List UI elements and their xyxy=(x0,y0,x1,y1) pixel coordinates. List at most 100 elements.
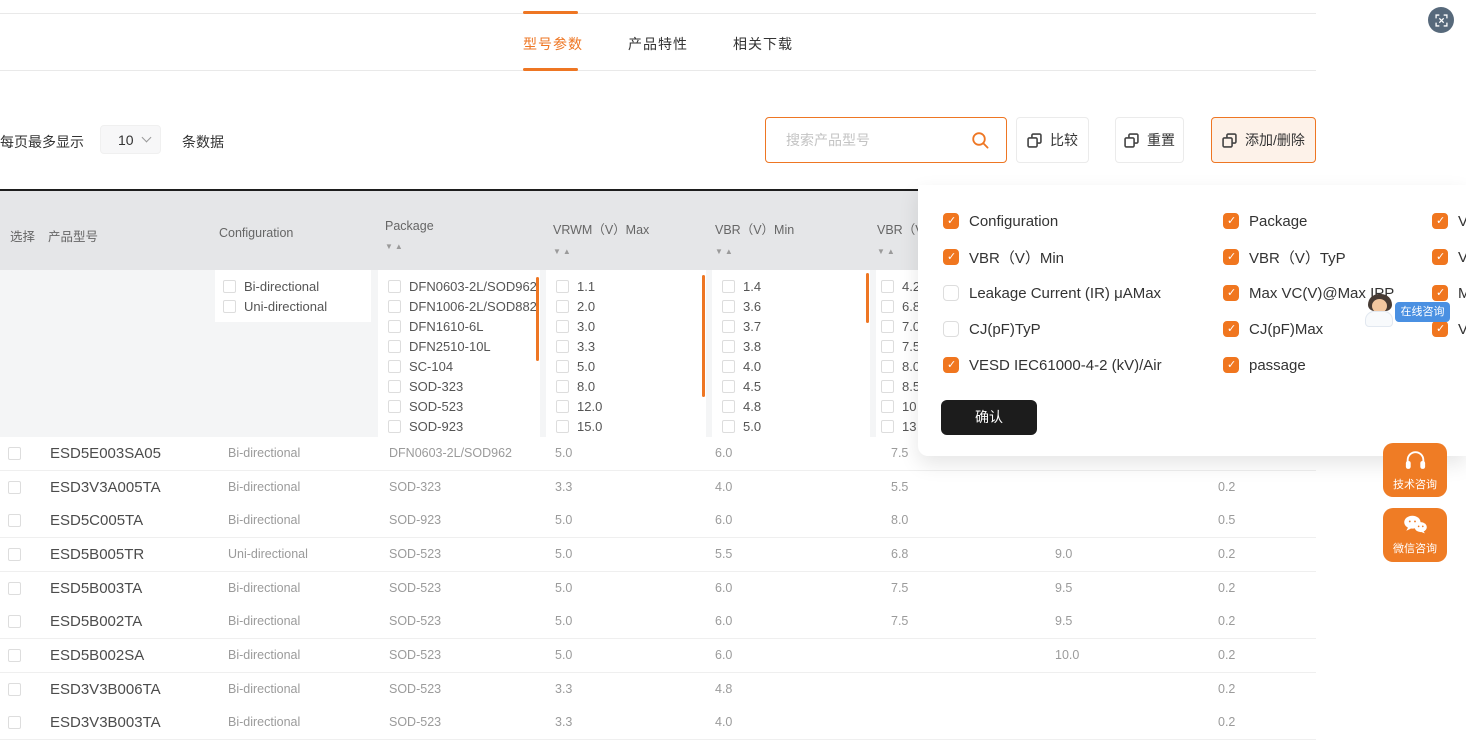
panel-option-vbr-typ[interactable]: VBR（V）TyP xyxy=(1223,247,1346,267)
row-checkbox[interactable] xyxy=(8,447,21,460)
filter-option[interactable]: Uni-directional xyxy=(215,296,371,316)
checkbox-unchecked[interactable] xyxy=(881,420,894,433)
tab-related-downloads[interactable]: 相关下载 xyxy=(733,34,793,54)
row-checkbox[interactable] xyxy=(8,683,21,696)
checkbox-checked[interactable] xyxy=(1223,285,1239,301)
checkbox-unchecked[interactable] xyxy=(881,400,894,413)
checkbox-checked[interactable] xyxy=(1223,249,1239,265)
filter-option[interactable]: 8.0 xyxy=(546,376,706,396)
online-consult-badge[interactable]: 在线咨询 xyxy=(1395,302,1450,322)
confirm-button[interactable]: 确认 xyxy=(941,400,1037,435)
filter-option[interactable]: DFN1006-2L/SOD882 xyxy=(378,296,540,316)
product-search-box[interactable] xyxy=(765,117,1007,163)
panel-option-cj-max[interactable]: CJ(pF)Max xyxy=(1223,319,1323,339)
filter-option[interactable]: 1.1 xyxy=(546,276,706,296)
filter-option[interactable]: SOD-923 xyxy=(378,417,540,437)
filter-option[interactable]: 3.6 xyxy=(712,296,870,316)
filter-option[interactable]: 2.0 xyxy=(546,296,706,316)
header-vrwm-max[interactable]: VRWM（V）Max ▼▲ xyxy=(553,219,649,256)
checkbox-checked[interactable] xyxy=(1432,249,1448,265)
checkbox-unchecked[interactable] xyxy=(556,320,569,333)
checkbox-unchecked[interactable] xyxy=(881,320,894,333)
checkbox-unchecked[interactable] xyxy=(881,380,894,393)
add-remove-button[interactable]: 添加/删除 xyxy=(1211,117,1316,163)
row-checkbox[interactable] xyxy=(8,716,21,729)
row-checkbox[interactable] xyxy=(8,548,21,561)
tab-product-features[interactable]: 产品特性 xyxy=(628,34,688,54)
filter-option[interactable]: 5.0 xyxy=(712,417,870,437)
filter-option[interactable]: SOD-323 xyxy=(378,376,540,396)
row-checkbox[interactable] xyxy=(8,615,21,628)
checkbox-unchecked[interactable] xyxy=(722,300,735,313)
panel-option-leakage-current[interactable]: Leakage Current (IR) μAMax xyxy=(943,283,1161,303)
panel-option-passage[interactable]: passage xyxy=(1223,355,1306,375)
filter-option[interactable]: DFN0603-2L/SOD962 xyxy=(378,276,540,296)
row-checkbox[interactable] xyxy=(8,514,21,527)
screenshot-button[interactable] xyxy=(1428,7,1454,33)
checkbox-unchecked[interactable] xyxy=(388,420,401,433)
checkbox-unchecked[interactable] xyxy=(388,380,401,393)
checkbox-unchecked[interactable] xyxy=(388,280,401,293)
filter-option[interactable]: 5.0 xyxy=(546,356,706,376)
checkbox-unchecked[interactable] xyxy=(556,360,569,373)
sort-arrows-icon[interactable]: ▼▲ xyxy=(385,242,434,251)
checkbox-unchecked[interactable] xyxy=(881,300,894,313)
checkbox-checked[interactable] xyxy=(1223,213,1239,229)
filter-option[interactable]: 3.0 xyxy=(546,316,706,336)
checkbox-unchecked[interactable] xyxy=(556,280,569,293)
filter-option[interactable]: Bi-directional xyxy=(215,276,371,296)
checkbox-unchecked[interactable] xyxy=(722,320,735,333)
checkbox-unchecked[interactable] xyxy=(722,280,735,293)
checkbox-unchecked[interactable] xyxy=(722,380,735,393)
checkbox-unchecked[interactable] xyxy=(388,400,401,413)
row-checkbox[interactable] xyxy=(8,582,21,595)
filter-option[interactable]: 4.5 xyxy=(712,376,870,396)
vrwm-scrollbar-thumb[interactable] xyxy=(702,275,705,397)
checkbox-unchecked[interactable] xyxy=(881,280,894,293)
checkbox-unchecked[interactable] xyxy=(556,380,569,393)
panel-option-vbr-min[interactable]: VBR（V）Min xyxy=(943,247,1064,267)
row-checkbox[interactable] xyxy=(8,649,21,662)
tech-consult-button[interactable]: 技术咨询 xyxy=(1383,443,1447,497)
checkbox-unchecked[interactable] xyxy=(556,340,569,353)
filter-option[interactable]: SC-104 xyxy=(378,356,540,376)
panel-option-vesd-air[interactable]: VESD IEC61000-4-2 (kV)/Air xyxy=(943,355,1162,375)
checkbox-checked[interactable] xyxy=(1432,213,1448,229)
row-checkbox[interactable] xyxy=(8,481,21,494)
checkbox-checked[interactable] xyxy=(943,249,959,265)
search-icon[interactable] xyxy=(970,130,990,150)
reset-button[interactable]: 重置 xyxy=(1115,117,1184,163)
filter-option[interactable]: 3.8 xyxy=(712,336,870,356)
header-vbr-min[interactable]: VBR（V）Min ▼▲ xyxy=(715,219,794,256)
online-consult-widget[interactable]: 在线咨询 xyxy=(1362,293,1452,337)
tab-model-parameters[interactable]: 型号参数 xyxy=(523,34,583,54)
checkbox-unchecked[interactable] xyxy=(388,360,401,373)
wechat-consult-button[interactable]: 微信咨询 xyxy=(1383,508,1447,562)
checkbox-unchecked[interactable] xyxy=(388,300,401,313)
filter-option[interactable]: DFN1610-6L xyxy=(378,316,540,336)
panel-option-cj-typ[interactable]: CJ(pF)TyP xyxy=(943,319,1041,339)
checkbox-unchecked[interactable] xyxy=(881,360,894,373)
checkbox-unchecked[interactable] xyxy=(556,400,569,413)
checkbox-unchecked[interactable] xyxy=(722,360,735,373)
checkbox-unchecked[interactable] xyxy=(881,340,894,353)
panel-option-clipped[interactable]: V xyxy=(1432,247,1466,267)
checkbox-unchecked[interactable] xyxy=(722,400,735,413)
checkbox-checked[interactable] xyxy=(1223,357,1239,373)
panel-option-package[interactable]: Package xyxy=(1223,211,1307,231)
filter-option[interactable]: 3.3 xyxy=(546,336,706,356)
checkbox-checked[interactable] xyxy=(943,357,959,373)
sort-arrows-icon[interactable]: ▼▲ xyxy=(715,247,794,256)
checkbox-checked[interactable] xyxy=(1223,321,1239,337)
filter-option[interactable]: 15.0 xyxy=(546,417,706,437)
checkbox-unchecked[interactable] xyxy=(943,285,959,301)
package-scrollbar-thumb[interactable] xyxy=(536,277,539,361)
checkbox-unchecked[interactable] xyxy=(223,280,236,293)
checkbox-unchecked[interactable] xyxy=(388,320,401,333)
checkbox-checked[interactable] xyxy=(943,213,959,229)
filter-option[interactable]: 1.4 xyxy=(712,276,870,296)
checkbox-unchecked[interactable] xyxy=(388,340,401,353)
search-input[interactable] xyxy=(786,132,970,148)
checkbox-unchecked[interactable] xyxy=(556,420,569,433)
panel-option-clipped[interactable]: V xyxy=(1432,211,1466,231)
